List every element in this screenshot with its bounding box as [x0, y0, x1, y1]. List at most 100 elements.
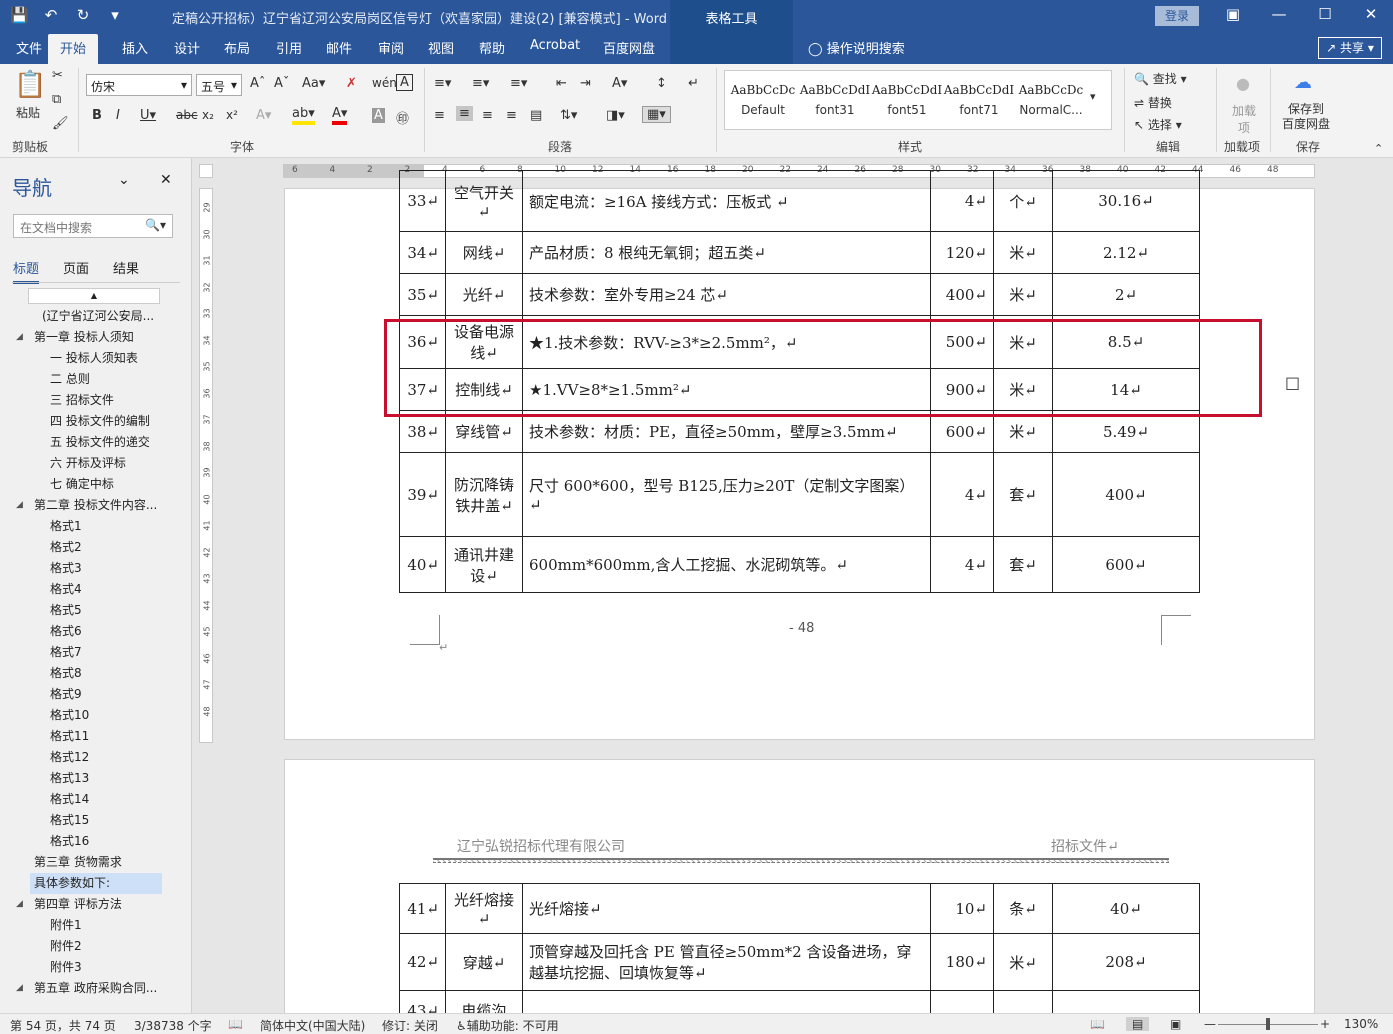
tab-selector[interactable] [199, 164, 213, 178]
ribbon-display-icon[interactable]: ▣ [1210, 5, 1256, 23]
vertical-ruler[interactable]: 29 30 31 32 33 34 35 36 37 38 39 40 41 42 43 44 45 46 47 48 [199, 188, 213, 743]
tab-4[interactable]: 布局 [224, 38, 250, 57]
underline-icon[interactable]: U▾ [140, 108, 156, 123]
nav-heading-item[interactable]: 第二章 投标文件内容... [30, 495, 162, 516]
table-cell-qty[interactable]: 4↵ [930, 536, 994, 593]
nav-options-icon[interactable]: ⌄ [118, 172, 130, 188]
table-cell-qty[interactable]: 180↵ [930, 933, 994, 991]
accessibility[interactable]: ♿辅助功能: 不可用 [456, 1017, 559, 1034]
collapse-caret-icon[interactable]: ◢ [16, 983, 23, 993]
table-cell-no[interactable]: 42↵ [399, 933, 446, 991]
nav-heading-item[interactable]: 五 投标文件的递交 [46, 432, 162, 453]
highlight-icon[interactable]: ab▾ [292, 106, 315, 125]
borders-icon[interactable]: ▦▾ [642, 106, 671, 123]
print-layout-icon[interactable]: ▤ [1126, 1017, 1150, 1031]
copy-icon[interactable]: ⧉ [52, 92, 61, 107]
nav-heading-item[interactable]: 七 确定中标 [46, 474, 162, 495]
track-changes[interactable]: 修订: 关闭 [382, 1017, 438, 1034]
nav-heading-item[interactable]: 格式13 [46, 768, 162, 789]
nav-heading-item[interactable]: 格式15 [46, 810, 162, 831]
save-to-cloud-button[interactable]: 保存到 百度网盘 [1282, 102, 1330, 132]
change-case-icon[interactable]: Aa▾ [302, 76, 325, 91]
nav-heading-item[interactable]: 格式3 [46, 558, 162, 579]
table-cell-price[interactable]: 600↵ [1052, 536, 1200, 593]
style-item[interactable]: AaBbCcDdI font51 [871, 71, 943, 129]
find-button[interactable]: 🔍 查找 ▾ [1134, 70, 1187, 87]
tab-5[interactable]: 引用 [276, 38, 302, 57]
multilevel-list-icon[interactable]: ≡▾ [510, 76, 527, 91]
collapse-caret-icon[interactable]: ◢ [16, 500, 23, 510]
language[interactable]: 简体中文(中国大陆) [260, 1017, 365, 1034]
table-cell-unit[interactable]: 个↵ [993, 170, 1053, 232]
collapse-ribbon-icon[interactable]: ⌃ [1374, 142, 1383, 155]
redo-icon[interactable]: ↻ [74, 6, 92, 24]
table-cell-unit[interactable]: 米↵ [993, 231, 1053, 274]
strikethrough-icon[interactable]: abc [176, 108, 198, 122]
distributed-icon[interactable]: ▤ [530, 108, 542, 123]
word-count[interactable]: 3/38738 个字 [134, 1017, 212, 1034]
nav-close-icon[interactable]: ✕ [160, 172, 172, 188]
nav-heading-item[interactable]: 格式1 [46, 516, 162, 537]
nav-heading-item[interactable]: 格式5 [46, 600, 162, 621]
font-color-icon[interactable]: A▾ [332, 106, 348, 125]
table-cell-unit[interactable]: 米↵ [993, 273, 1053, 316]
styles-more-icon[interactable]: ▾ [1090, 90, 1096, 103]
bullets-icon[interactable]: ≡▾ [434, 76, 451, 91]
chinese-layout-icon[interactable]: A▾ [612, 76, 627, 91]
table-cell-name[interactable]: 通讯井建设↵ [445, 536, 523, 593]
phonetic-guide-icon[interactable]: wén [372, 76, 397, 90]
tab-7[interactable]: 审阅 [378, 38, 404, 57]
align-left-icon[interactable]: ≡ [434, 108, 445, 123]
table-cell-name[interactable]: 防沉降铸铁井盖↵ [445, 452, 523, 537]
increase-indent-icon[interactable]: ⇥ [580, 76, 591, 91]
align-right-icon[interactable]: ≡ [482, 108, 493, 123]
read-mode-icon[interactable]: 📖 [1090, 1017, 1105, 1031]
table-cell-name[interactable]: 网线↵ [445, 231, 523, 274]
tab-6[interactable]: 邮件 [326, 38, 352, 57]
nav-heading-item[interactable]: 具体参数如下: [30, 873, 162, 894]
table-cell-price[interactable]: 30.16↵ [1052, 170, 1200, 232]
collapse-caret-icon[interactable]: ◢ [16, 332, 23, 342]
nav-tab-1[interactable]: 页面 [63, 258, 89, 284]
nav-heading-item[interactable]: 二 总则 [46, 369, 162, 390]
nav-heading-item[interactable]: 附件2 [46, 936, 162, 957]
tab-8[interactable]: 视图 [428, 38, 454, 57]
zoom-slider-thumb[interactable] [1266, 1018, 1270, 1030]
table-cell-no[interactable]: 35↵ [399, 273, 446, 316]
proofing-icon[interactable]: 📖 [228, 1017, 243, 1031]
undo-icon[interactable]: ↶ [42, 6, 60, 24]
font-size-select[interactable]: 五号 ▾ [196, 74, 242, 96]
style-item[interactable]: AaBbCcDc Default [727, 71, 799, 129]
save-icon[interactable]: 💾 [10, 6, 29, 24]
table-cell-spec[interactable]: 尺寸 600*600，型号 B125,压力≥20T（定制文字图案）↵ [522, 452, 931, 537]
close-icon[interactable]: ✕ [1348, 5, 1393, 23]
table-cell-unit[interactable]: 套↵ [993, 452, 1053, 537]
scroll-up-icon[interactable]: ▲ [28, 288, 160, 304]
style-item[interactable]: AaBbCcDdI font71 [943, 71, 1015, 129]
tab-2[interactable]: 插入 [122, 38, 148, 57]
enclose-char-icon[interactable]: ㊞ [396, 108, 409, 127]
baidu-cloud-icon[interactable]: ☁ [1294, 72, 1312, 93]
char-shading-icon[interactable]: A [372, 108, 385, 123]
numbering-icon[interactable]: ≡▾ [472, 76, 489, 91]
table-cell-spec[interactable]: 技术参数：室外专用≥24 芯↵ [522, 273, 931, 316]
table-cell-no[interactable]: 34↵ [399, 231, 446, 274]
superscript-icon[interactable]: x² [226, 108, 238, 122]
nav-heading-item[interactable]: 第一章 投标人须知 [30, 327, 162, 348]
search-icon[interactable]: 🔍▾ [145, 218, 166, 232]
subscript-icon[interactable]: x₂ [202, 108, 214, 122]
nav-heading-item[interactable]: 格式8 [46, 663, 162, 684]
table-cell-spec[interactable]: 产品材质：8 根纯无氧铜；超五类↵ [522, 231, 931, 274]
nav-search-input[interactable]: 在文档中搜索 🔍▾ [13, 214, 173, 238]
nav-heading-item[interactable]: 第三章 货物需求 [30, 852, 162, 873]
page-count[interactable]: 第 54 页，共 74 页 [10, 1017, 116, 1034]
table-cell-name[interactable]: 空气开关↵ [445, 170, 523, 232]
share-button[interactable]: ↗ 共享 ▾ [1318, 37, 1382, 59]
customize-icon[interactable]: ▾ [106, 6, 124, 24]
minimize-icon[interactable]: — [1256, 5, 1302, 23]
grow-font-icon[interactable]: Aˆ [250, 76, 265, 91]
maximize-icon[interactable]: ☐ [1302, 5, 1348, 23]
table-cell-spec[interactable]: 顶管穿越及回托含 PE 管直径≥50mm*2 含设备进场，穿越基坑挖掘、回填恢复… [522, 933, 931, 991]
table-cell-qty[interactable]: 400↵ [930, 273, 994, 316]
tab-3[interactable]: 设计 [174, 38, 200, 57]
